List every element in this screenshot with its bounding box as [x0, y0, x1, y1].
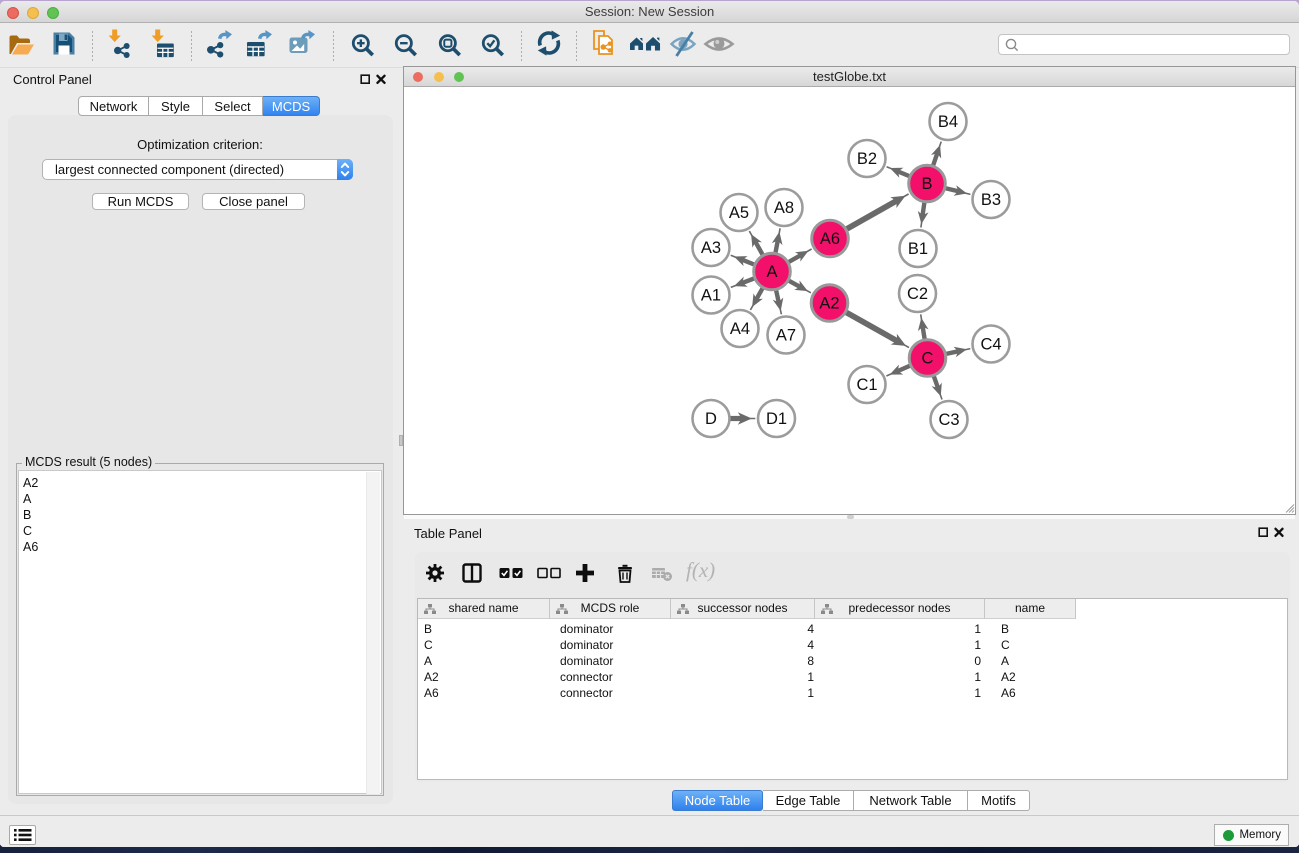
svg-text:D1: D1 [766, 410, 787, 428]
svg-text:C4: C4 [980, 336, 1001, 354]
svg-text:C2: C2 [907, 285, 928, 303]
svg-text:A6: A6 [820, 230, 840, 248]
svg-text:A1: A1 [701, 287, 721, 305]
svg-text:B: B [921, 175, 932, 193]
svg-text:D: D [705, 410, 717, 428]
svg-text:A7: A7 [776, 327, 796, 345]
svg-text:B2: B2 [857, 150, 877, 168]
svg-text:A5: A5 [729, 204, 749, 222]
svg-text:B1: B1 [908, 240, 928, 258]
svg-text:B4: B4 [938, 113, 958, 131]
svg-text:A3: A3 [701, 239, 721, 257]
svg-text:A: A [766, 263, 777, 281]
svg-text:A8: A8 [774, 199, 794, 217]
svg-text:C: C [922, 350, 934, 368]
svg-text:C3: C3 [938, 411, 959, 429]
svg-text:A4: A4 [730, 320, 750, 338]
svg-text:C1: C1 [856, 376, 877, 394]
svg-text:A2: A2 [819, 295, 839, 313]
svg-text:B3: B3 [981, 191, 1001, 209]
